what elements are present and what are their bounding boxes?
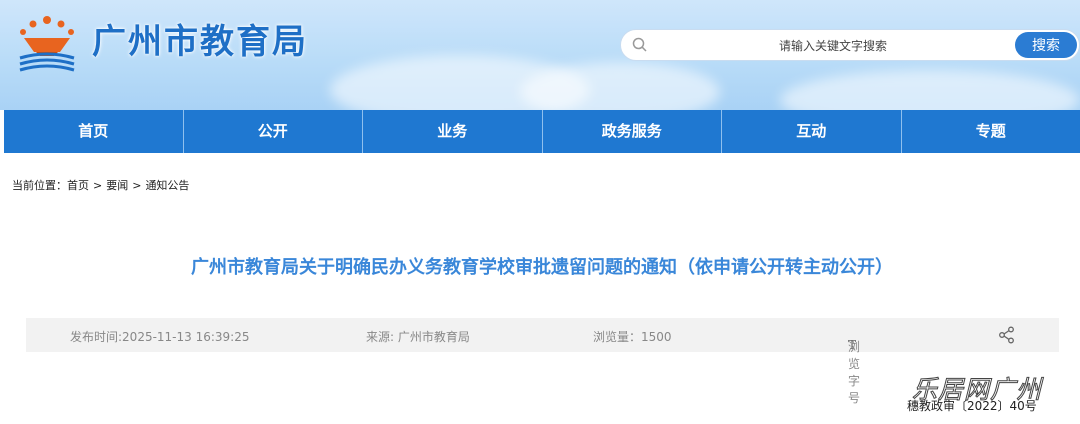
emblem-logo-icon[interactable] (14, 10, 80, 72)
article-meta-bar: 发布时间:2025-11-13 16:39:25 来源: 广州市教育局 浏览量：… (26, 318, 1059, 405)
cloud-decoration (780, 70, 1080, 110)
search-icon (632, 37, 647, 52)
breadcrumb-link-home[interactable]: 首页 (67, 179, 89, 192)
nav-item-public[interactable]: 公开 (184, 110, 363, 153)
document-number: 穗教政审〔2022〕40号 (907, 399, 1037, 413)
article-source: 来源: 广州市教育局 (366, 330, 470, 344)
site-title[interactable]: 广州市教育局 (92, 14, 308, 63)
nav-item-interaction[interactable]: 互动 (722, 110, 902, 153)
breadcrumb-link-news[interactable]: 要闻 (106, 179, 128, 192)
nav-item-home[interactable]: 首页 (4, 110, 184, 153)
view-count: 浏览量：1500 (593, 330, 672, 344)
breadcrumb-separator: > (132, 179, 142, 192)
nav-item-gov-services[interactable]: 政务服务 (543, 110, 722, 153)
breadcrumb-link-notices[interactable]: 通知公告 (145, 179, 189, 192)
search-button[interactable]: 搜索 (1015, 32, 1077, 58)
search-input[interactable] (661, 34, 1005, 58)
font-size-label: 浏览字号 (848, 340, 861, 405)
site-header: 广州市教育局 搜索 (0, 0, 1080, 110)
publish-time: 发布时间:2025-11-13 16:39:25 (70, 330, 250, 344)
breadcrumb-separator: > (93, 179, 103, 192)
article-title: 广州市教育局关于明确民办义务教育学校审批遗留问题的通知（依申请公开转主动公开） (191, 257, 893, 278)
main-nav: 首页 公开 业务 政务服务 互动 专题 (4, 110, 1080, 153)
share-icon[interactable] (998, 326, 1016, 344)
nav-item-topics[interactable]: 专题 (902, 110, 1080, 153)
breadcrumb: 当前位置：首页 > 要闻 > 通知公告 (12, 177, 189, 193)
breadcrumb-prefix: 当前位置： (12, 179, 67, 192)
nav-item-business[interactable]: 业务 (363, 110, 543, 153)
search-box: 搜索 (620, 29, 1080, 61)
